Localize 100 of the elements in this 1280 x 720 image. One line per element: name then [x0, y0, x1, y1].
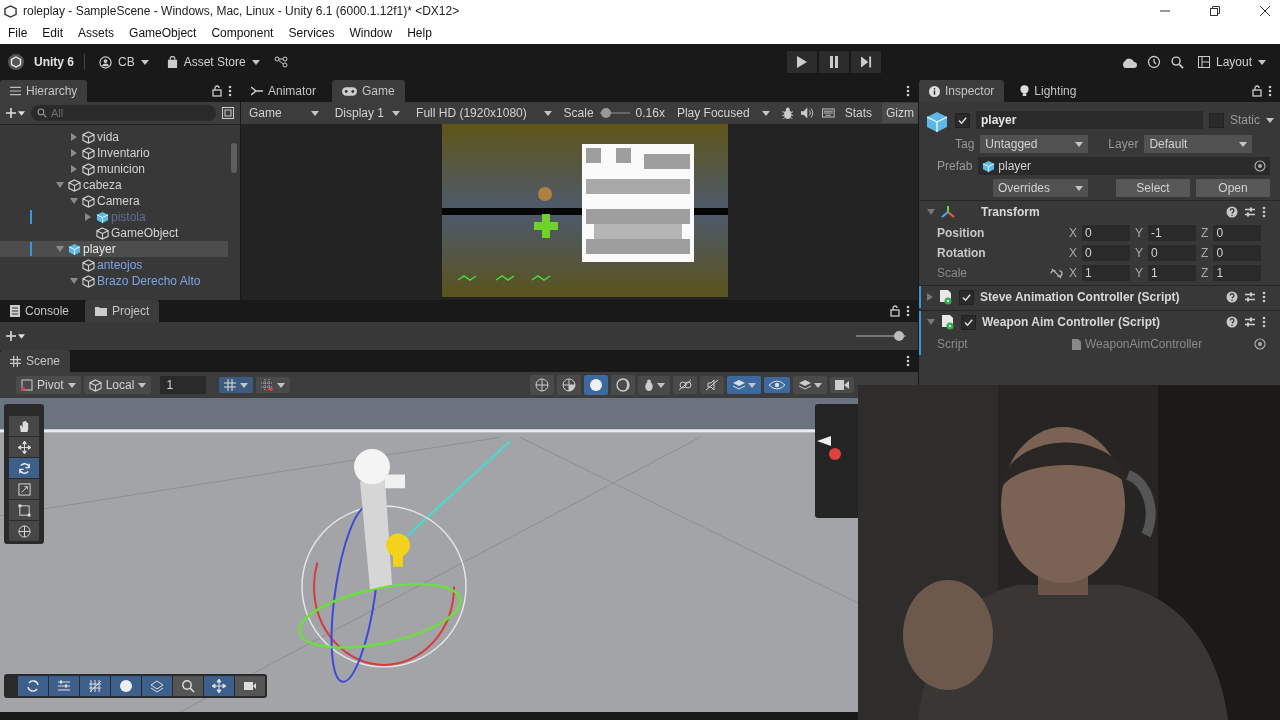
help-icon[interactable] [1226, 206, 1238, 218]
tag-dropdown[interactable]: Untagged [980, 135, 1089, 153]
panel-tab[interactable]: Inspector [919, 80, 1005, 102]
hierarchy-item[interactable]: anteojos [0, 257, 228, 273]
menu-item[interactable]: Assets [78, 26, 115, 40]
layers-dropdown[interactable] [793, 376, 827, 394]
collapsed-arrow-icon[interactable] [70, 149, 78, 157]
grid-snap-dropdown[interactable] [219, 377, 254, 393]
number-field[interactable]: 1 [1148, 265, 1197, 281]
presets-icon[interactable] [1244, 291, 1256, 303]
unlinked-icon[interactable] [1050, 267, 1063, 279]
bug-icon[interactable] [781, 106, 794, 120]
panel-tab[interactable]: Console [0, 300, 80, 322]
number-field[interactable]: 0 [1082, 225, 1130, 241]
more-icon[interactable] [1262, 316, 1266, 328]
number-field[interactable]: 0 [1148, 245, 1197, 261]
expanded-arrow-icon[interactable] [56, 246, 64, 252]
overlay-tool-button[interactable] [235, 676, 265, 696]
enabled-checkbox[interactable] [959, 289, 974, 305]
number-field[interactable]: -1 [1148, 225, 1197, 241]
hierarchy-item[interactable]: GameObject [0, 225, 228, 241]
hierarchy-item[interactable]: Brazo Derecho Alto [0, 273, 228, 289]
overlay-tool-button[interactable] [18, 676, 48, 696]
panel-tab[interactable]: Project [85, 300, 160, 322]
restore-icon[interactable] [1210, 6, 1220, 16]
presets-icon[interactable] [1244, 206, 1256, 218]
overlay-tool-button[interactable] [142, 676, 172, 696]
tool-button[interactable] [9, 416, 39, 436]
camera-button[interactable] [830, 377, 854, 393]
panel-tab[interactable]: Animator [241, 80, 327, 102]
add-button[interactable] [6, 108, 25, 118]
display-dropdown[interactable]: Display 1 [330, 102, 405, 124]
play-mode-dropdown[interactable]: Play Focused [672, 102, 774, 124]
number-field[interactable]: 0 [1082, 245, 1130, 261]
number-field[interactable]: 0 [1213, 245, 1262, 261]
overlay-tool-button[interactable] [204, 676, 234, 696]
cloud-icon[interactable] [1120, 56, 1137, 68]
expanded-arrow-icon[interactable] [927, 209, 935, 215]
search-field[interactable]: All [31, 105, 216, 121]
space-dropdown[interactable]: Local [83, 376, 152, 394]
shading-mode-button[interactable] [611, 375, 635, 395]
prefab-field[interactable]: player [978, 157, 1270, 175]
keyboard-icon[interactable] [822, 108, 835, 118]
more-icon[interactable] [1262, 206, 1266, 218]
scene-tab[interactable]: Scene [0, 350, 71, 372]
slider-thumb[interactable] [600, 108, 611, 118]
menu-item[interactable]: GameObject [129, 26, 197, 40]
panel-tab[interactable]: Game [332, 80, 405, 102]
hierarchy-item[interactable]: player [0, 241, 228, 257]
hierarchy-item[interactable]: cabeza [0, 177, 228, 193]
shading-mode-button[interactable] [530, 375, 554, 395]
account-button[interactable]: CB [95, 53, 153, 71]
number-field[interactable]: 1 [1082, 265, 1130, 281]
expanded-arrow-icon[interactable] [70, 198, 78, 204]
overlay-tool-button[interactable] [111, 676, 141, 696]
tool-button[interactable] [9, 521, 39, 541]
resolution-dropdown[interactable]: Full HD (1920x1080) [412, 102, 556, 124]
scene-visibility-icon[interactable] [222, 107, 234, 119]
object-picker-icon[interactable] [1254, 160, 1266, 172]
more-icon[interactable] [906, 355, 910, 367]
select-button[interactable]: Select [1116, 179, 1190, 197]
more-icon[interactable] [228, 85, 232, 97]
layout-button[interactable]: Layout [1193, 53, 1270, 71]
shading-mode-button[interactable] [557, 375, 581, 395]
help-icon[interactable] [1226, 291, 1238, 303]
panel-tab[interactable]: Lighting [1010, 80, 1087, 102]
open-button[interactable]: Open [1196, 179, 1270, 197]
slider-thumb[interactable] [894, 331, 904, 341]
hierarchy-tab[interactable]: Hierarchy [0, 80, 88, 102]
audio-toggle-button[interactable] [700, 376, 724, 394]
history-icon[interactable] [1146, 55, 1161, 69]
search-icon[interactable] [1170, 55, 1184, 69]
shading-mode-button[interactable] [584, 375, 608, 395]
more-icon[interactable] [1268, 85, 1272, 97]
create-button[interactable] [6, 331, 25, 341]
expanded-arrow-icon[interactable] [927, 319, 935, 325]
menu-item[interactable]: File [8, 26, 28, 40]
snap-dropdown[interactable] [256, 377, 291, 393]
name-field[interactable]: player [976, 111, 1203, 129]
menu-item[interactable]: Services [288, 26, 335, 40]
lock-icon[interactable] [1252, 85, 1262, 97]
debug-dropdown[interactable] [638, 375, 670, 395]
expanded-arrow-icon[interactable] [70, 278, 78, 284]
hierarchy-item[interactable]: municion [0, 161, 228, 177]
collapsed-arrow-icon[interactable] [70, 133, 78, 141]
play-button[interactable] [787, 51, 818, 73]
presets-icon[interactable] [1244, 316, 1256, 328]
grid-size-field[interactable]: 1 [160, 376, 207, 394]
active-checkbox[interactable] [955, 112, 970, 128]
pivot-dropdown[interactable]: Pivot [16, 376, 81, 394]
menu-item[interactable]: Window [349, 26, 393, 40]
layer-dropdown[interactable]: Default [1144, 135, 1253, 153]
more-icon[interactable] [906, 85, 910, 97]
version-control-icon[interactable] [273, 56, 288, 68]
lock-icon[interactable] [212, 85, 222, 97]
more-icon[interactable] [906, 305, 910, 317]
effects-dropdown[interactable] [727, 376, 761, 394]
gizmos-button[interactable]: Gizm [882, 103, 918, 123]
speaker-icon[interactable] [801, 107, 815, 119]
orientation-gizmo-icon[interactable] [815, 434, 841, 460]
